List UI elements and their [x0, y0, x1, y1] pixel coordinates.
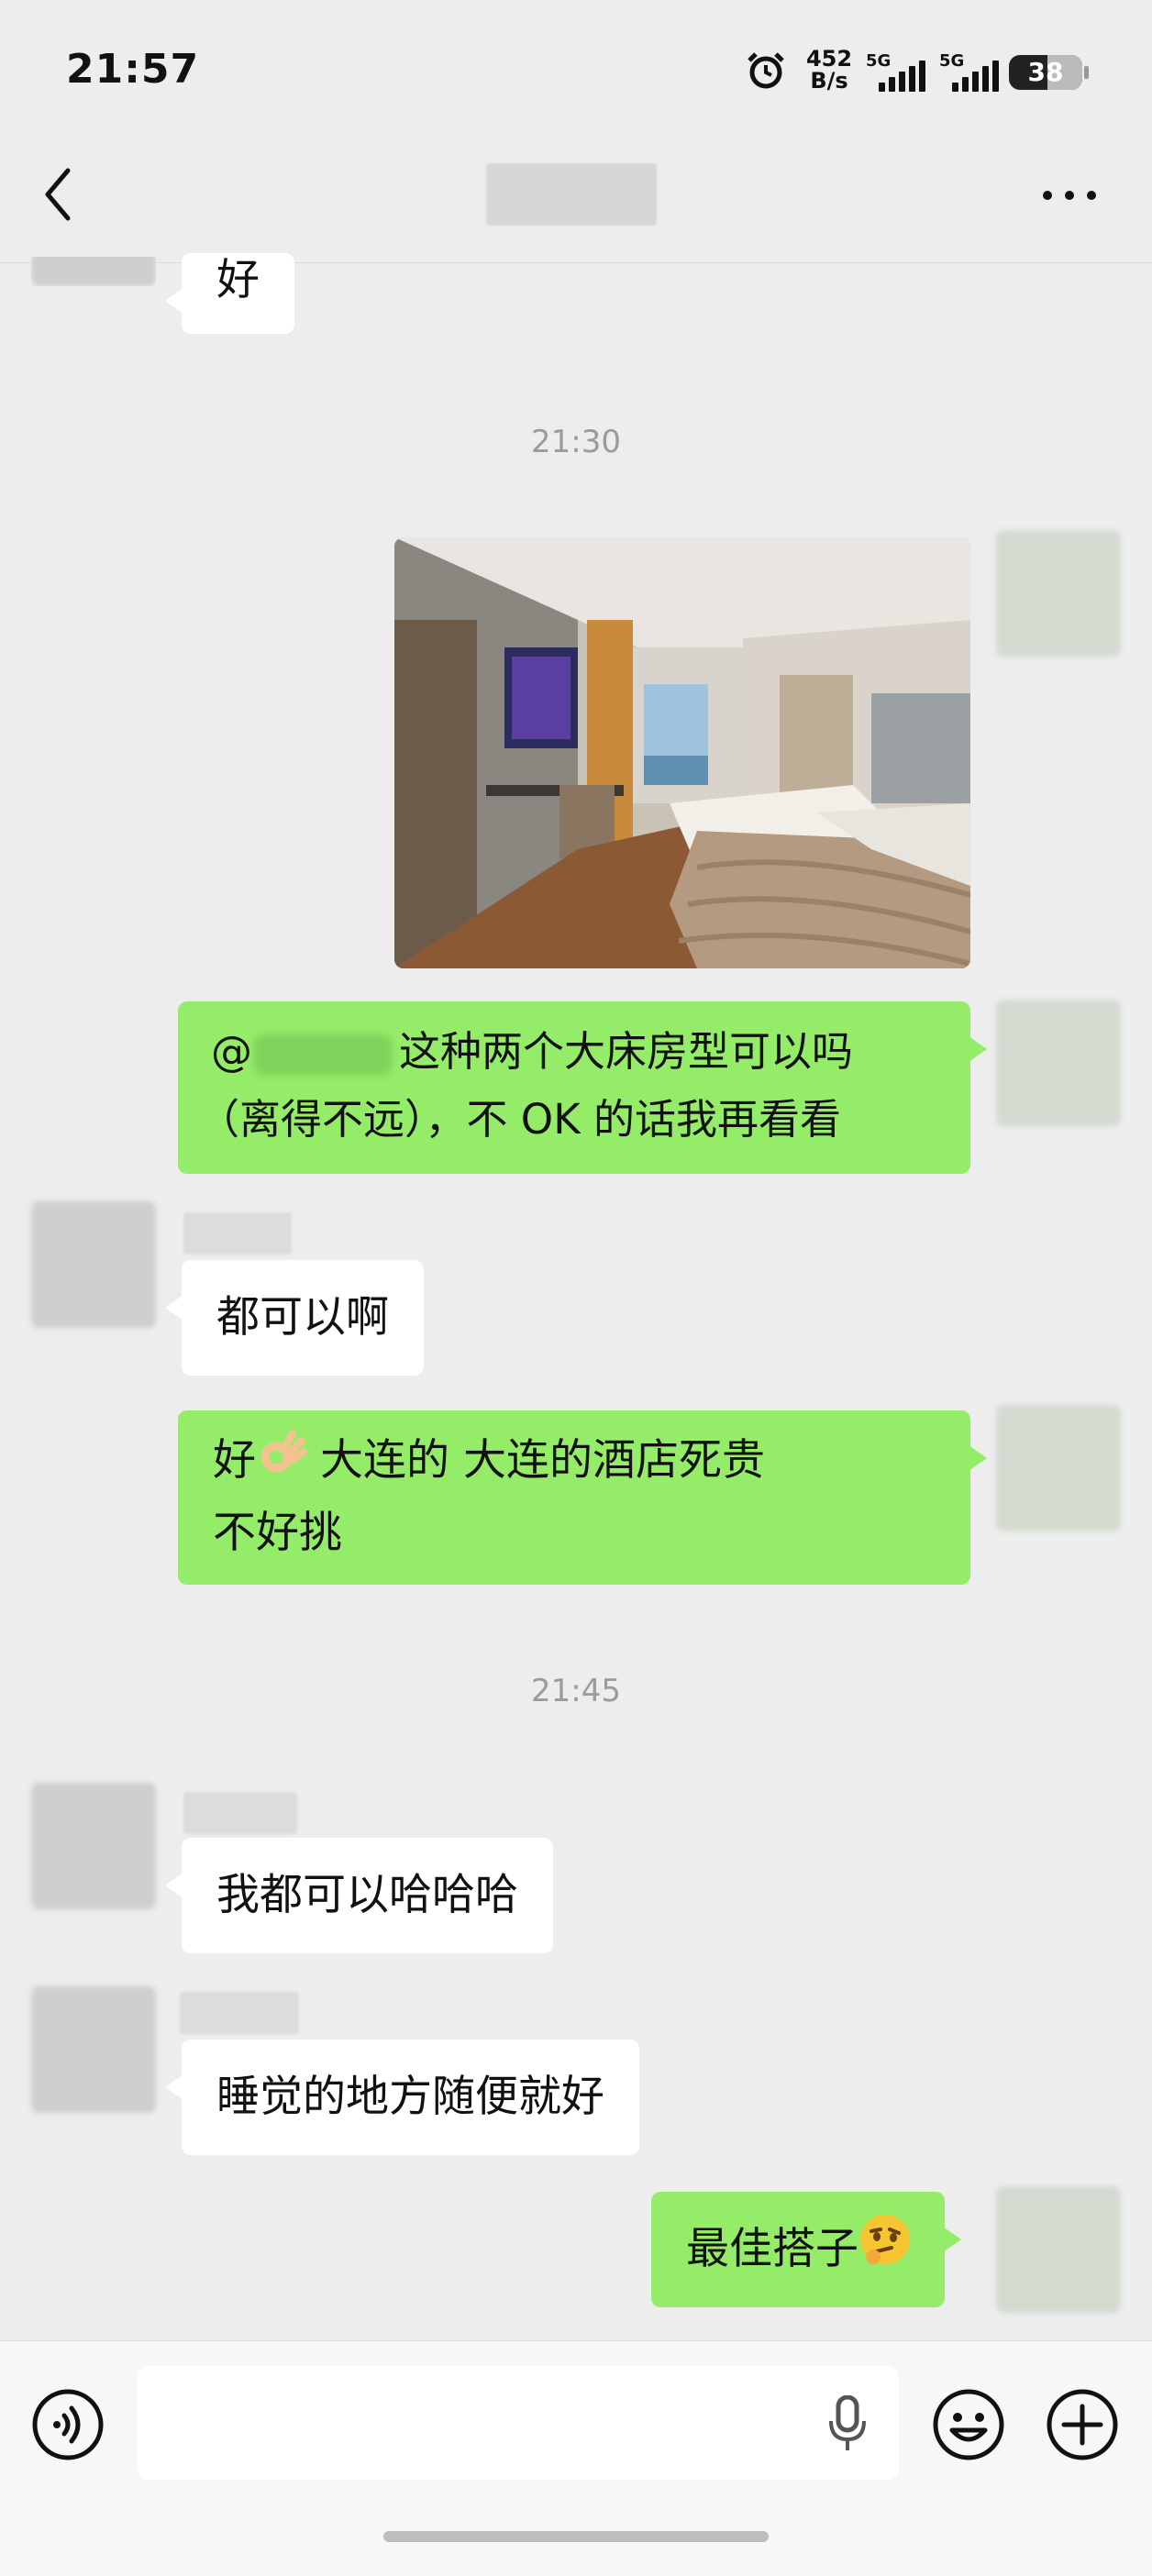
message-bubble-received[interactable]: 我都可以哈哈哈: [165, 1838, 553, 1953]
home-indicator[interactable]: [383, 2531, 769, 2542]
signal-1: 5G: [866, 51, 925, 92]
avatar[interactable]: [996, 1405, 1121, 1531]
signal-bars-icon: [879, 61, 925, 92]
sender-name: [180, 1992, 299, 2034]
message-text: 大连的 大连的酒店死贵: [320, 1435, 765, 1486]
avatar[interactable]: [996, 2186, 1121, 2313]
chat-title: [486, 163, 657, 226]
message-bubble-sent[interactable]: 好 大连的 大连的酒店死贵 不好挑: [178, 1410, 987, 1585]
hotel-room-photo[interactable]: [394, 537, 970, 968]
battery-level: 38: [1027, 57, 1064, 87]
message-bubble-received[interactable]: 睡觉的地方随便就好: [165, 2040, 639, 2155]
message-text: （离得不远），不 OK 的话我再看看: [198, 1095, 842, 1144]
voice-icon[interactable]: [31, 2388, 105, 2461]
plus-icon[interactable]: [1046, 2388, 1119, 2461]
sender-name: [183, 1792, 297, 1834]
chevron-left-icon[interactable]: [40, 165, 77, 224]
thinking-face-emoji: [858, 2195, 912, 2310]
message-text: 好: [216, 255, 260, 305]
hotel-room-image: [394, 537, 970, 968]
message-bubble-sent[interactable]: 最佳搭子: [651, 2192, 961, 2310]
message-input[interactable]: [138, 2366, 899, 2480]
message-text: 睡觉的地方随便就好: [216, 2072, 604, 2122]
message-text: 都可以啊: [216, 1292, 389, 1343]
mention-prefix: @: [211, 1027, 252, 1076]
signal-bars-icon: [952, 61, 999, 92]
alarm-icon: [748, 52, 784, 89]
network-speed-value: 452: [805, 46, 853, 72]
avatar[interactable]: [31, 1783, 156, 1909]
status-bar: 21:57 452 B/s 5G 5G 38: [0, 0, 1152, 138]
avatar[interactable]: [31, 1986, 156, 2113]
sender-name: [183, 1212, 292, 1255]
avatar[interactable]: [996, 530, 1121, 657]
message-line: 好 大连的 大连的酒店死贵: [213, 1427, 936, 1499]
message-text: 好: [213, 1435, 256, 1486]
avatar[interactable]: [996, 1000, 1121, 1126]
message-text: 不好挑: [213, 1507, 342, 1558]
mention-name[interactable]: [254, 1034, 392, 1075]
signal-2: 5G: [939, 51, 999, 92]
more-dots-icon[interactable]: [1040, 187, 1099, 204]
ok-hand-emoji: [256, 1428, 307, 1499]
message-timestamp: 21:45: [531, 1673, 621, 1709]
status-time: 21:57: [66, 46, 200, 93]
smiley-icon[interactable]: [932, 2388, 1005, 2461]
message-bubble-received[interactable]: 都可以啊: [165, 1260, 424, 1376]
network-speed-unit: B/s: [810, 68, 848, 94]
message-text: 我都可以哈哈哈: [216, 1870, 518, 1920]
message-bubble-received[interactable]: 好: [165, 253, 294, 334]
battery-indicator: 38: [1009, 55, 1089, 90]
avatar[interactable]: [31, 1201, 156, 1328]
message-bubble-sent[interactable]: @ 这种两个大床房型可以吗 （离得不远），不 OK 的话我再看看: [178, 1001, 987, 1174]
message-timestamp: 21:30: [531, 424, 621, 460]
message-line: @ 这种两个大床房型可以吗: [211, 1018, 937, 1086]
message-text: 最佳搭子: [686, 2224, 858, 2274]
message-text: 这种两个大床房型可以吗: [399, 1027, 854, 1076]
mic-icon[interactable]: [825, 2395, 870, 2452]
network-speed: 452 B/s: [803, 48, 855, 92]
